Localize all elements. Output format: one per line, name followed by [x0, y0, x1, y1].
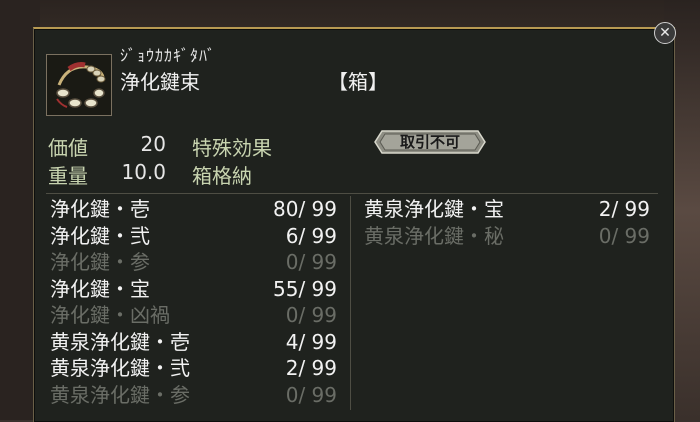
list-item: 浄化鍵・壱 80/ 99 [50, 196, 337, 222]
list-item-count: 55/ 99 [273, 276, 337, 301]
list-item-name: 浄化鍵・参 [50, 250, 150, 274]
list-item-name: 黄泉浄化鍵・宝 [364, 197, 504, 221]
weight-label: 重量 [48, 164, 88, 188]
storage-label: 箱格納 [192, 164, 252, 188]
divider-vertical [350, 196, 351, 410]
effect-label: 特殊効果 [192, 136, 272, 160]
weight-amount: 10.0 [121, 160, 166, 184]
trade-badge: 取引不可 [374, 130, 486, 154]
close-icon[interactable]: ✕ [659, 25, 671, 41]
list-item: 浄化鍵・弐 6/ 99 [50, 223, 337, 249]
trade-badge-label: 取引不可 [399, 133, 460, 151]
list-item: 浄化鍵・宝 55/ 99 [50, 276, 337, 302]
item-type: 【箱】 [328, 70, 388, 94]
list-item: 黄泉浄化鍵・宝 2/ 99 [364, 196, 650, 222]
item-reading: ｼﾞｮｳｶｶｷﾞﾀﾊﾞ [120, 46, 217, 65]
list-item-name: 黄泉浄化鍵・壱 [50, 329, 190, 354]
list-item: 黄泉浄化鍵・参 0/ 99 [50, 382, 337, 408]
list-item-count: 80/ 99 [273, 197, 337, 221]
list-item: 浄化鍵・凶禍 0/ 99 [50, 302, 337, 328]
item-name: 浄化鍵束 [120, 70, 200, 94]
list-item-name: 黄泉浄化鍵・秘 [364, 223, 504, 248]
list-item-name: 浄化鍵・宝 [50, 276, 150, 301]
list-item: 黄泉浄化鍵・秘 0/ 99 [364, 223, 650, 249]
list-item-count: 0/ 99 [598, 223, 650, 248]
list-item-count: 6/ 99 [285, 223, 337, 248]
divider-horizontal [46, 193, 658, 194]
list-item-name: 浄化鍵・凶禍 [50, 303, 170, 327]
list-item-name: 浄化鍵・壱 [50, 197, 150, 221]
value-amount: 20 [140, 132, 166, 156]
key-ring-icon [46, 54, 112, 116]
list-item-count: 2/ 99 [285, 356, 337, 380]
list-item: 浄化鍵・参 0/ 99 [50, 249, 337, 275]
close-button[interactable]: ✕ [654, 22, 676, 44]
list-item-count: 4/ 99 [285, 329, 337, 354]
list-item-name: 黄泉浄化鍵・参 [50, 382, 190, 407]
list-item-name: 浄化鍵・弐 [50, 223, 150, 248]
list-item-count: 0/ 99 [285, 250, 337, 274]
value-label: 価値 [48, 136, 88, 160]
list-item: 黄泉浄化鍵・弐 2/ 99 [50, 355, 337, 381]
list-item-count: 0/ 99 [285, 303, 337, 327]
list-item-name: 黄泉浄化鍵・弐 [50, 356, 190, 380]
list-item-count: 2/ 99 [598, 197, 650, 221]
list-item: 黄泉浄化鍵・壱 4/ 99 [50, 329, 337, 355]
list-item-count: 0/ 99 [285, 382, 337, 407]
